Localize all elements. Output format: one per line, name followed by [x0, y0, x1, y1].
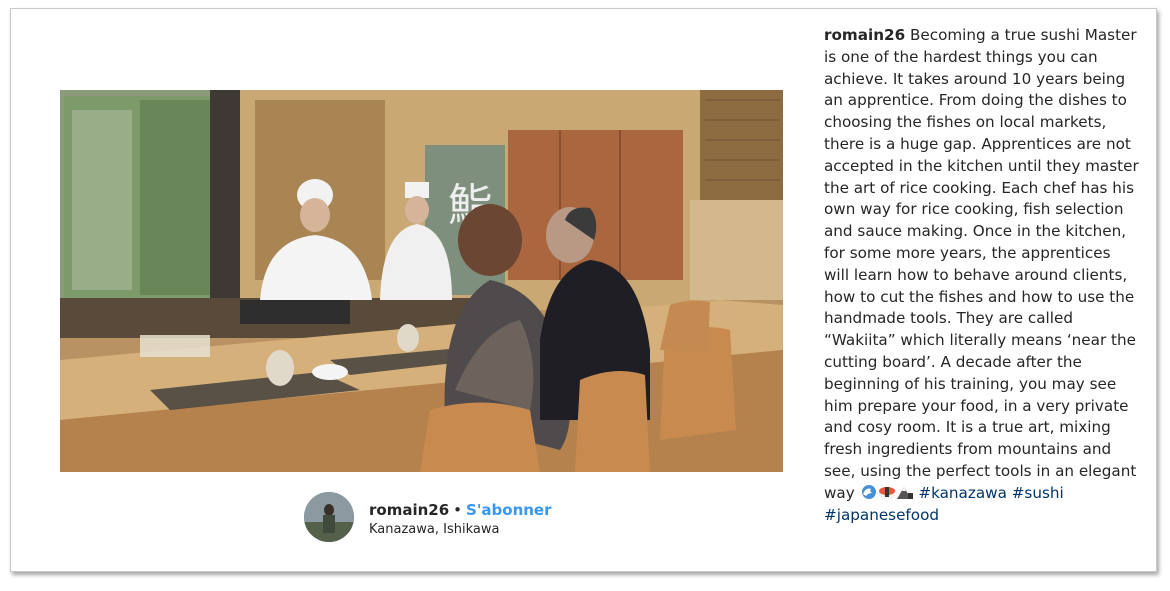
post-location[interactable]: Kanazawa, Ishikawa [369, 522, 499, 537]
author-username[interactable]: romain26 [369, 501, 449, 519]
hashtag-link[interactable]: #japanesefood [824, 506, 939, 524]
avatar[interactable] [304, 492, 354, 542]
caption-text: Becoming a true sushi Master is one of t… [824, 26, 1139, 502]
profile-photo [304, 492, 354, 542]
separator-dot: • [453, 501, 463, 519]
sushi-emoji [878, 486, 895, 499]
post-caption: romain26 Becoming a true sushi Master is… [824, 25, 1139, 526]
wave-emoji [861, 484, 876, 499]
sushi-restaurant-image: 鮨 [60, 90, 783, 472]
subscribe-button[interactable]: S'abonner [466, 501, 552, 519]
hashtag-link[interactable]: #kanazawa [918, 484, 1007, 502]
hashtag-link[interactable]: #sushi [1012, 484, 1064, 502]
author-line: romain26 • S'abonner [369, 501, 552, 519]
post-photo[interactable]: 鮨 [60, 90, 783, 472]
caption-username[interactable]: romain26 [824, 26, 905, 44]
mountain-emoji [896, 486, 913, 499]
